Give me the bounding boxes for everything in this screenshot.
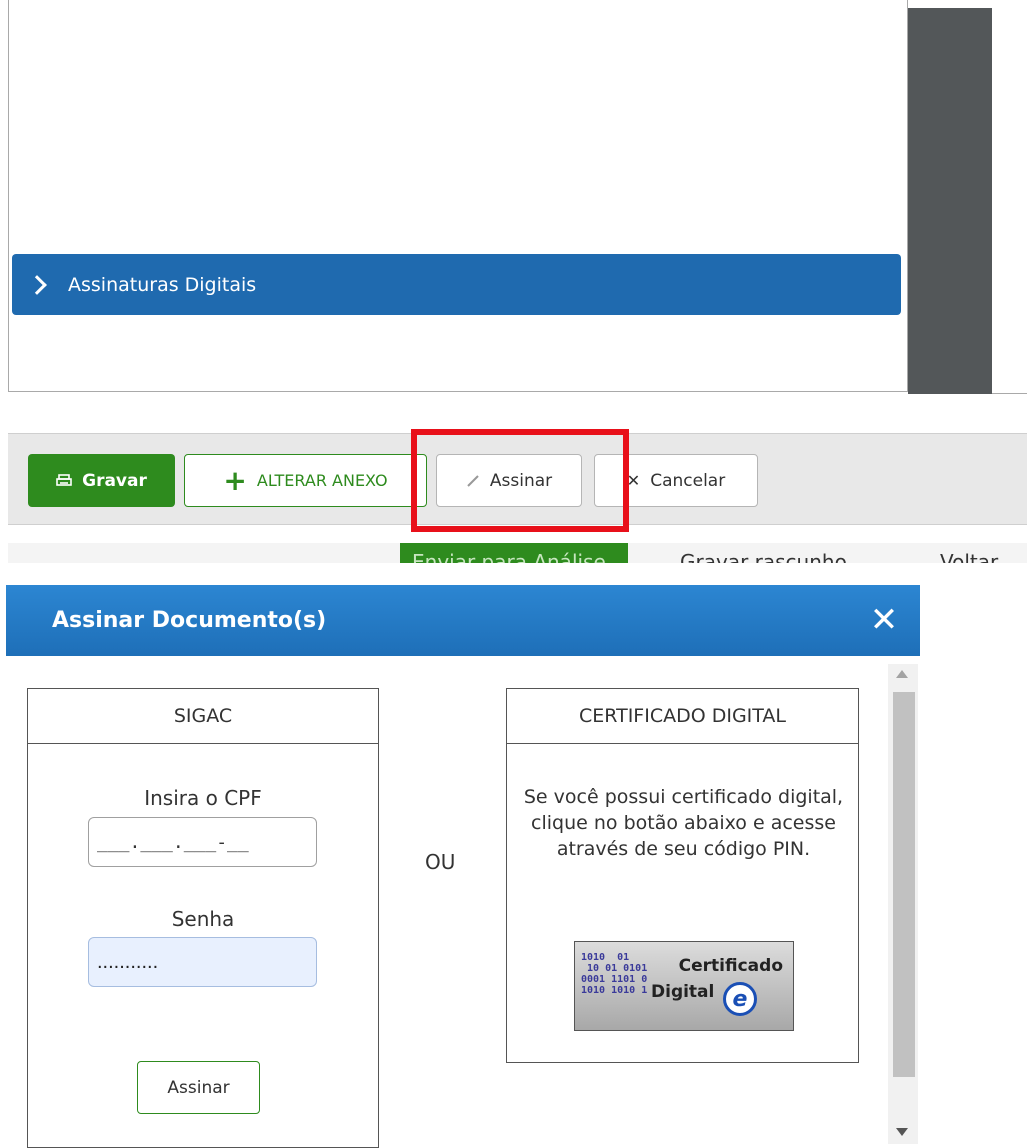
- scrollbar-thumb[interactable]: [893, 692, 915, 1077]
- chevron-right-icon: [27, 274, 47, 295]
- change-attachment-button[interactable]: + ALTERAR ANEXO: [184, 454, 427, 507]
- save-button[interactable]: Gravar: [28, 454, 175, 507]
- cut-off-toolbar: Enviar para Análise Gravar rascunho Volt…: [0, 543, 1027, 563]
- certificate-description: Se você possui certificado digital, cliq…: [523, 786, 844, 860]
- certificate-panel: CERTIFICADO DIGITAL Se você possui certi…: [506, 688, 859, 1063]
- accordion-label: Assinaturas Digitais: [68, 273, 257, 296]
- digital-certificate-button[interactable]: 1010 01 10 01 0101 0001 1101 0 1010 1010…: [574, 941, 794, 1031]
- save-label: Gravar: [82, 470, 147, 491]
- sigac-heading: SIGAC: [28, 689, 378, 744]
- cpf-input[interactable]: [88, 817, 317, 867]
- sigac-sign-button[interactable]: Assinar: [137, 1061, 260, 1114]
- modal-title: Assinar Documento(s): [52, 608, 327, 633]
- scroll-up-icon[interactable]: [896, 670, 908, 678]
- password-label: Senha: [171, 907, 235, 931]
- printer-icon: [56, 473, 72, 486]
- cpf-label: Insira o CPF: [144, 786, 262, 810]
- plus-icon: +: [223, 463, 247, 497]
- side-panel: [908, 8, 992, 394]
- divider: [992, 393, 1027, 394]
- top-panel: [8, 0, 908, 392]
- send-for-review-label: Enviar para Análise: [412, 550, 606, 563]
- modal-header: Assinar Documento(s): [6, 585, 920, 656]
- certificate-heading: CERTIFICADO DIGITAL: [507, 689, 858, 744]
- highlight-box: [411, 429, 629, 532]
- sigac-panel: SIGAC Insira o CPF Senha Assinar: [27, 688, 379, 1148]
- back-label[interactable]: Voltar: [940, 550, 998, 563]
- scroll-down-icon[interactable]: [896, 1128, 908, 1136]
- save-draft-label[interactable]: Gravar rascunho: [680, 550, 847, 563]
- e-logo-icon: e: [723, 982, 757, 1016]
- or-separator: OU: [425, 850, 456, 874]
- certificate-button-line2: Digital: [651, 982, 715, 1002]
- accordion-assinaturas-digitais[interactable]: Assinaturas Digitais: [12, 254, 901, 315]
- password-input[interactable]: [88, 937, 317, 987]
- cancel-label: Cancelar: [650, 470, 726, 491]
- certificate-button-line1: Certificado: [678, 956, 783, 976]
- close-icon[interactable]: ✕: [864, 600, 904, 640]
- change-attachment-label: ALTERAR ANEXO: [256, 471, 388, 490]
